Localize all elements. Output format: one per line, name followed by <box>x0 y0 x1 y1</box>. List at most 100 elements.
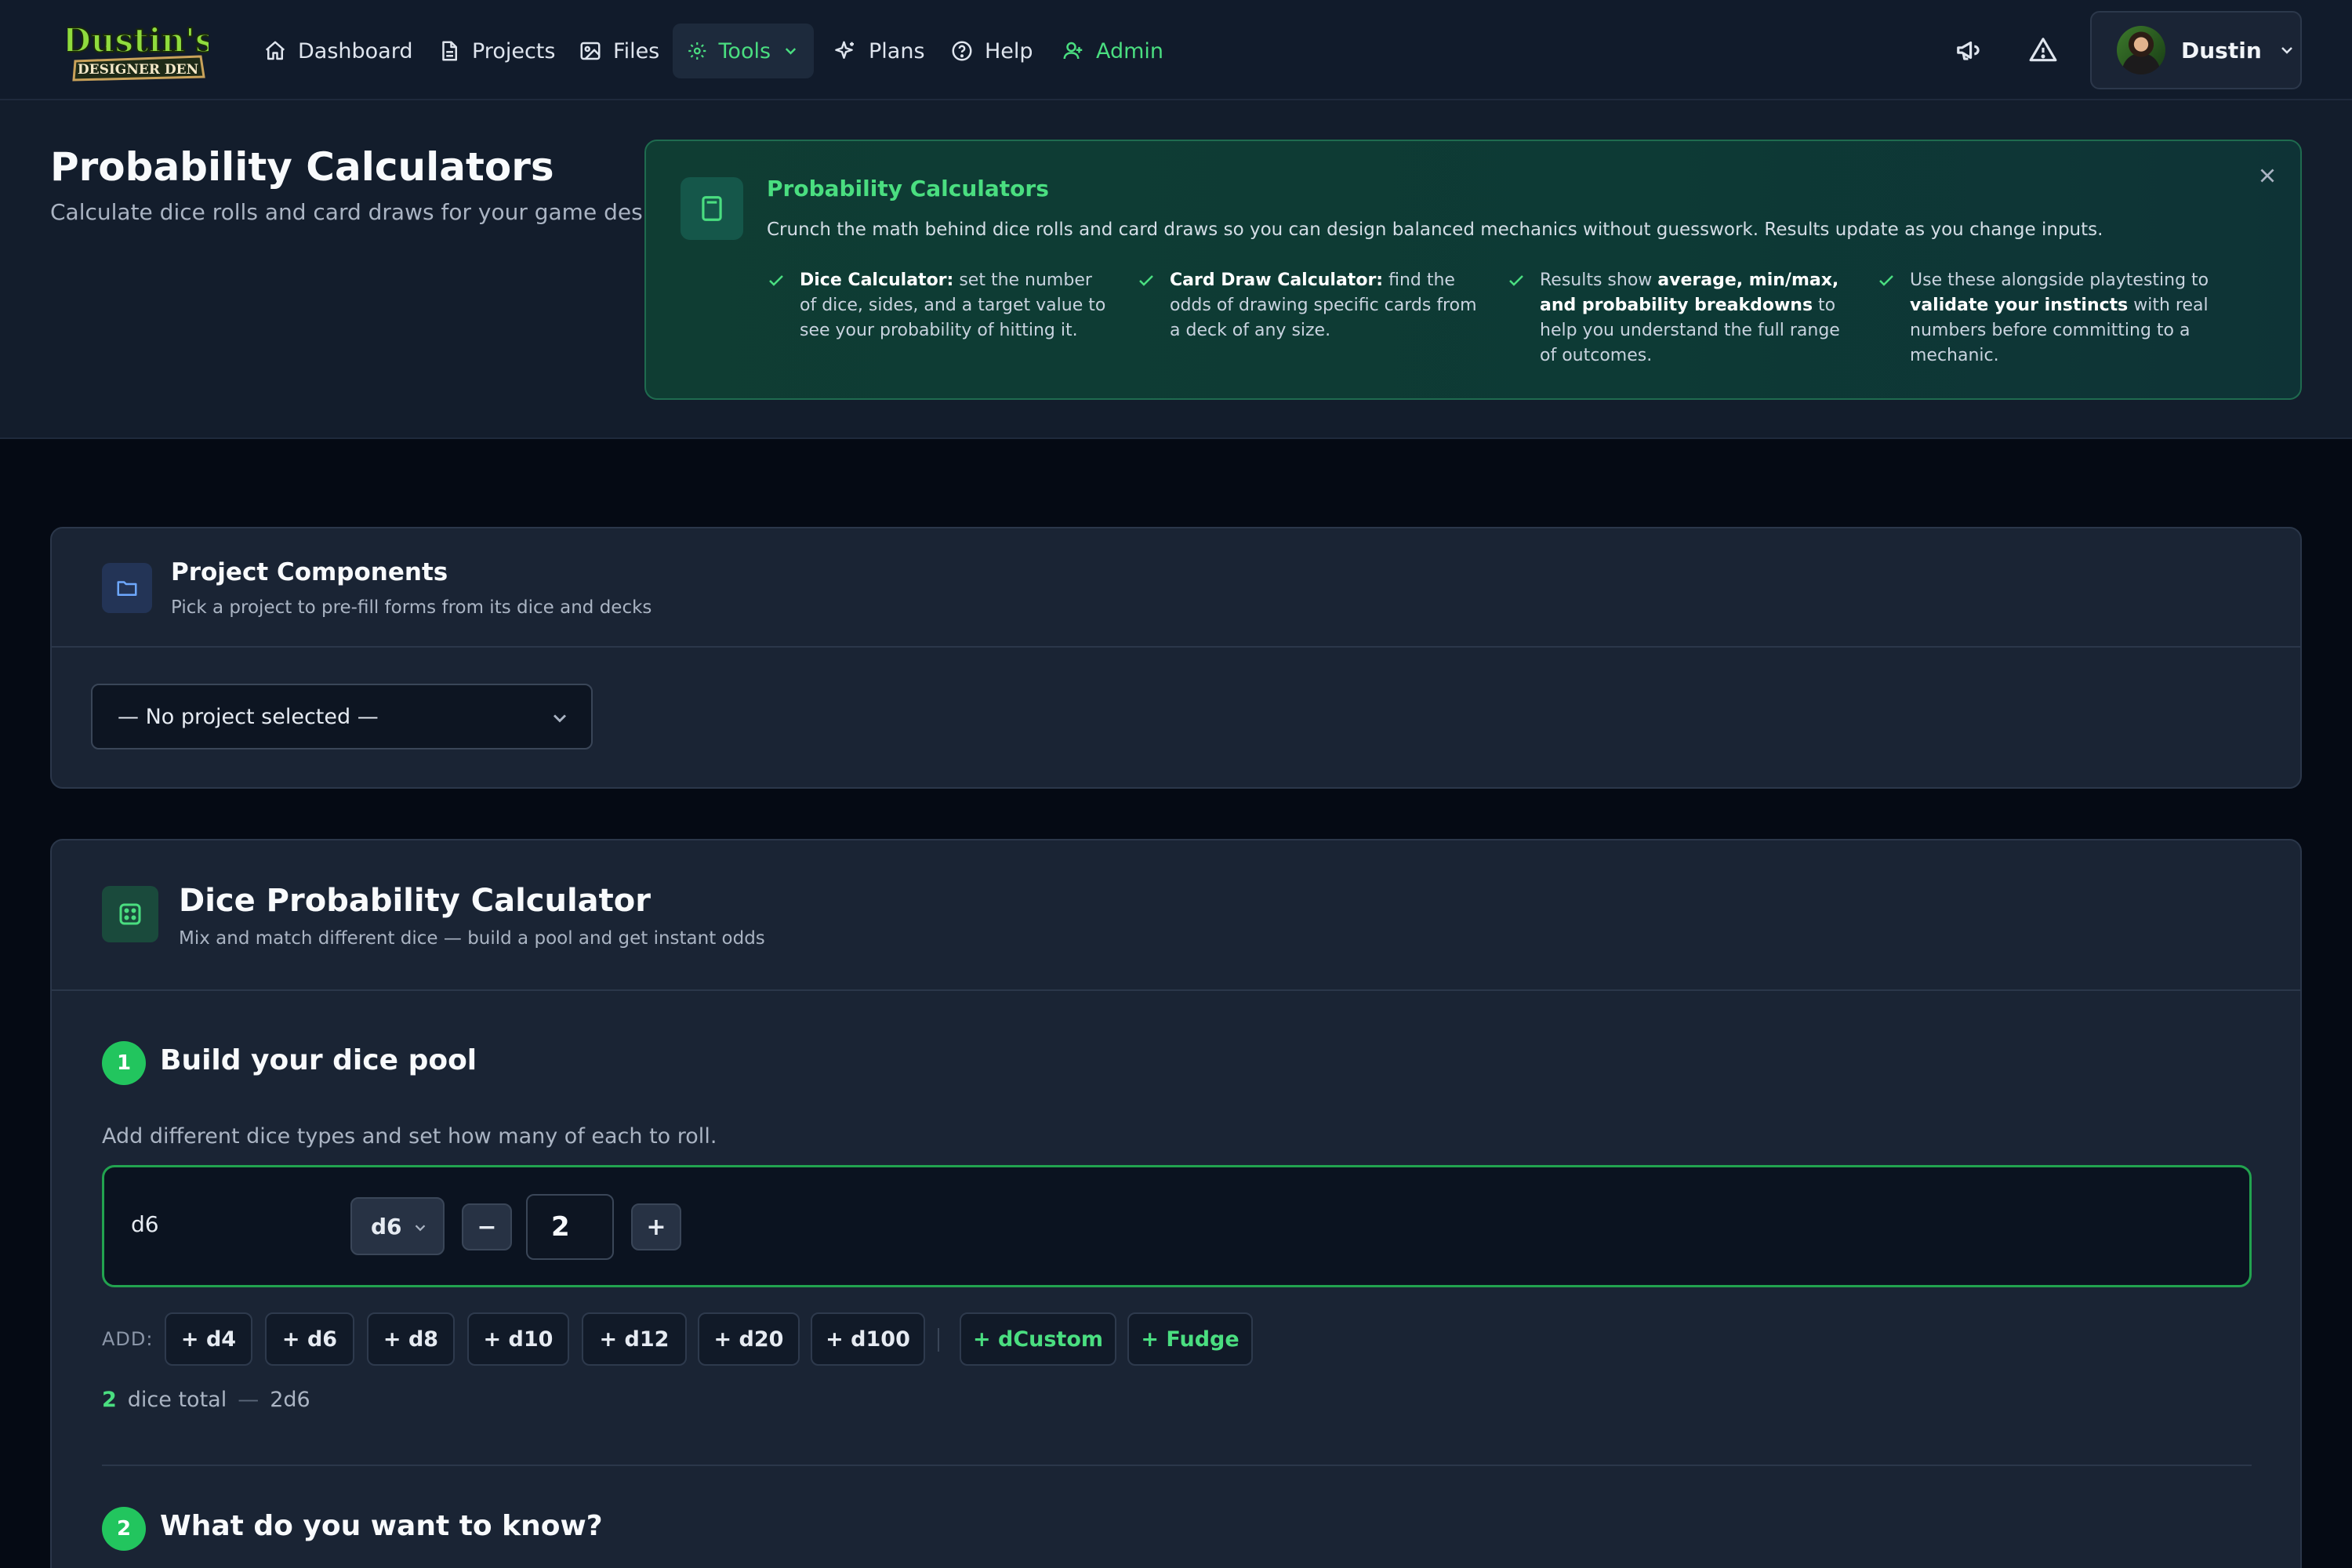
dice-total: 2 dice total — 2d6 <box>102 1388 310 1412</box>
nav-tools[interactable]: Tools <box>673 24 814 78</box>
check-icon <box>1509 275 1523 286</box>
tip-bold: Dice Calculator: <box>800 270 954 290</box>
nav-admin[interactable]: Admin <box>1047 24 1178 78</box>
step-badge: 2 <box>102 1507 146 1551</box>
avatar <box>2117 26 2165 74</box>
nav-admin-label: Admin <box>1096 38 1164 64</box>
page-title: Probability Calculators <box>50 144 554 190</box>
die-type-select[interactable]: d6 <box>350 1197 445 1255</box>
nav-dashboard-label: Dashboard <box>298 38 413 64</box>
chevron-down-icon <box>2281 47 2292 54</box>
tip-card-draw-calculator: Card Draw Calculator: find the odds of d… <box>1137 268 1482 343</box>
calculator-icon <box>702 196 722 221</box>
chevron-down-icon <box>553 714 567 723</box>
tip-pre: Results show <box>1540 270 1658 290</box>
megaphone-icon <box>1957 41 1980 60</box>
nav-tools-label: Tools <box>718 38 771 64</box>
close-icon <box>2260 169 2274 183</box>
dice-calculator-panel: Dice Probability Calculator Mix and matc… <box>50 839 2302 1568</box>
dice-total-label: dice total <box>127 1388 227 1412</box>
document-icon <box>442 41 457 61</box>
add-d4-button[interactable]: + d4 <box>165 1312 252 1366</box>
check-icon <box>769 275 783 286</box>
add-d12-button[interactable]: + d12 <box>582 1312 687 1366</box>
add-separator <box>938 1328 939 1352</box>
panel-title: Dice Probability Calculator <box>179 883 651 919</box>
tip-bold: validate your instincts <box>1910 296 2129 315</box>
project-components-panel: Project Components Pick a project to pre… <box>50 527 2302 789</box>
panel-icon <box>102 563 152 613</box>
step-badge: 1 <box>102 1041 146 1085</box>
add-dcustom-button[interactable]: + dCustom <box>960 1312 1116 1366</box>
add-fudge-button[interactable]: + Fudge <box>1127 1312 1253 1366</box>
image-icon <box>580 42 601 60</box>
chevron-down-icon <box>785 48 797 55</box>
step-title: What do you want to know? <box>160 1510 603 1542</box>
logo[interactable]: Dustin's DESIGNER DEN <box>67 17 209 83</box>
nav-help[interactable]: Help <box>936 24 1047 78</box>
tip-bold: Card Draw Calculator: <box>1170 270 1384 290</box>
add-d6-button[interactable]: + d6 <box>265 1312 354 1366</box>
nav-plans-label: Plans <box>869 38 925 64</box>
die-type-value: d6 <box>371 1213 402 1240</box>
warning-triangle-icon <box>2029 38 2057 62</box>
tip-dice-calculator: Dice Calculator: set the number of dice,… <box>767 268 1112 343</box>
panel-subtitle: Pick a project to pre-fill forms from it… <box>171 597 652 618</box>
top-nav: Dustin's DESIGNER DEN Dashboard Projects… <box>0 0 2352 100</box>
add-d100-button[interactable]: + d100 <box>811 1312 925 1366</box>
sparkles-icon <box>835 41 854 59</box>
help-circle-icon <box>952 41 972 61</box>
check-icon <box>1139 275 1153 286</box>
users-icon <box>1063 42 1083 60</box>
nav-files[interactable]: Files <box>564 24 673 78</box>
nav-plans[interactable]: Plans <box>820 24 939 78</box>
add-d20-button[interactable]: + d20 <box>698 1312 800 1366</box>
nav-files-label: Files <box>613 38 660 64</box>
tip-results: Results show average, min/max, and proba… <box>1507 268 1852 368</box>
dice-pool-row: d6 d6 − 2 + <box>102 1165 2252 1287</box>
dice-total-dash: — <box>238 1388 260 1412</box>
divider <box>102 1465 2252 1466</box>
check-icon <box>1879 275 1893 286</box>
panel-title: Project Components <box>171 558 448 586</box>
add-label: ADD: <box>102 1328 154 1350</box>
logo-subtitle: DESIGNER DEN <box>78 62 198 78</box>
nav-dashboard[interactable]: Dashboard <box>249 24 426 78</box>
nav-projects[interactable]: Projects <box>423 24 569 78</box>
folder-icon <box>117 581 137 596</box>
add-d10-button[interactable]: + d10 <box>467 1312 569 1366</box>
user-menu-button[interactable]: Dustin <box>2090 11 2302 89</box>
add-d8-button[interactable]: + d8 <box>367 1312 455 1366</box>
panel-subtitle: Mix and match different dice — build a p… <box>179 928 765 949</box>
quantity-input[interactable]: 2 <box>526 1194 614 1260</box>
tip-pre: Use these alongside playtesting to <box>1910 270 2209 290</box>
chevron-down-icon <box>415 1225 426 1232</box>
user-name: Dustin <box>2181 37 2262 64</box>
dice-icon <box>119 903 141 925</box>
page-header: Probability Calculators Calculate dice r… <box>0 100 2352 439</box>
alerts-button[interactable] <box>2024 31 2062 69</box>
project-select-value: — No project selected — <box>118 704 379 729</box>
home-icon <box>265 41 285 60</box>
page-subtitle: Calculate dice rolls and card draws for … <box>50 199 688 225</box>
announcements-button[interactable] <box>1951 31 1988 69</box>
dice-pool-label: d6 <box>131 1211 159 1237</box>
panel-icon <box>102 886 158 942</box>
increment-button[interactable]: + <box>631 1203 681 1250</box>
logo-title: Dustin's <box>67 21 209 60</box>
gear-icon <box>688 42 706 60</box>
tip-playtesting: Use these alongside playtesting to valid… <box>1877 268 2222 368</box>
info-card-description: Crunch the math behind dice rolls and ca… <box>767 220 2103 240</box>
info-card-title: Probability Calculators <box>767 176 1049 201</box>
panel-header: Dice Probability Calculator Mix and matc… <box>52 840 2300 991</box>
dice-total-count: 2 <box>102 1388 117 1412</box>
decrement-button[interactable]: − <box>462 1203 512 1250</box>
step-description: Add different dice types and set how man… <box>102 1124 717 1149</box>
project-select[interactable]: — No project selected — <box>91 684 593 750</box>
panel-header: Project Components Pick a project to pre… <box>52 528 2300 648</box>
dice-total-formula: 2d6 <box>270 1388 310 1412</box>
info-card: Probability Calculators Crunch the math … <box>644 140 2302 400</box>
info-card-icon <box>681 177 743 240</box>
nav-projects-label: Projects <box>472 38 556 64</box>
close-button[interactable] <box>2252 160 2283 191</box>
